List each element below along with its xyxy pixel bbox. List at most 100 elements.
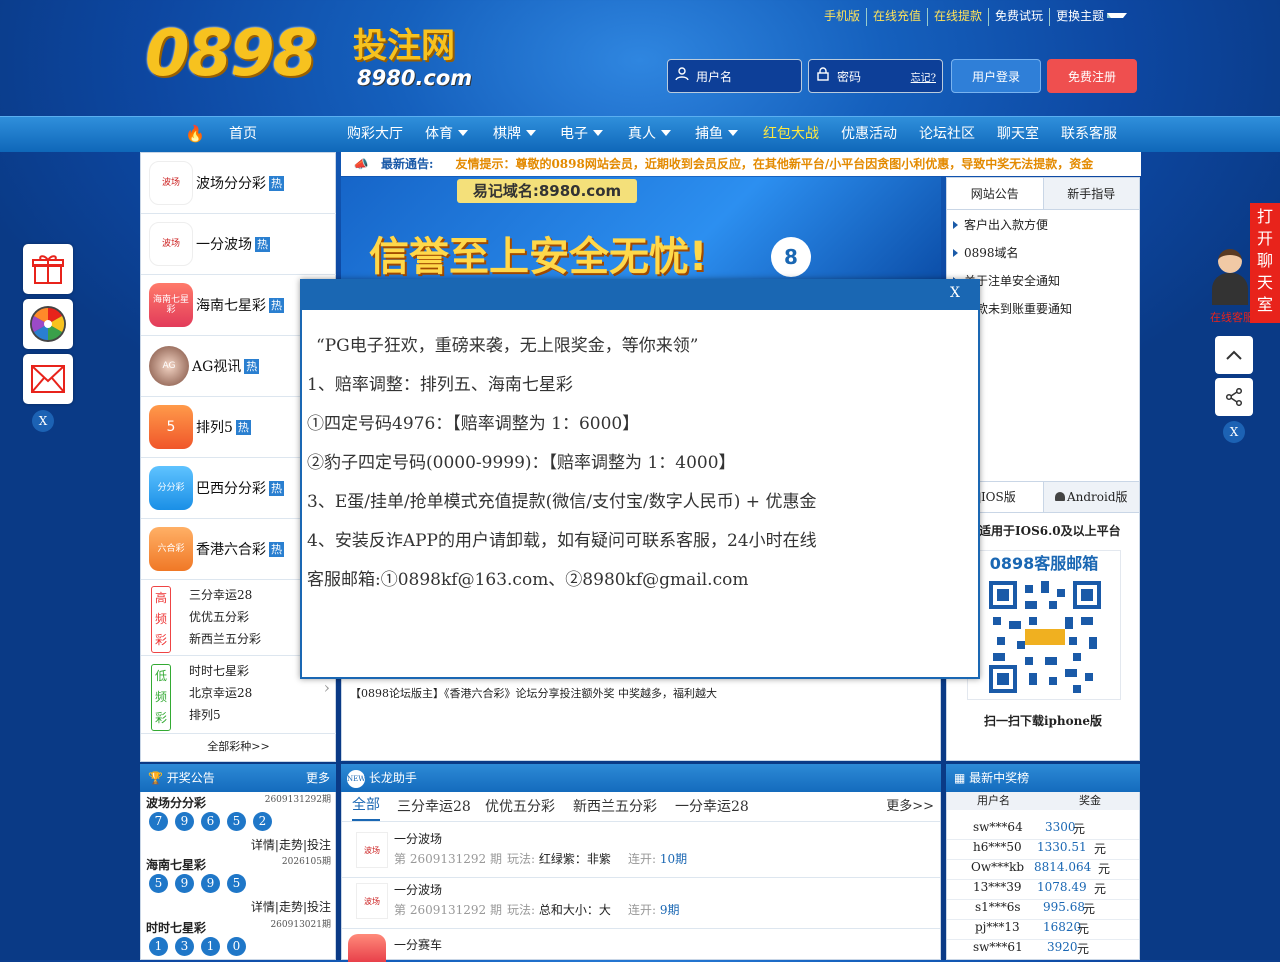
close-left-float[interactable]: X: [32, 410, 54, 432]
ball: 6: [201, 812, 220, 831]
ball: 5: [227, 812, 246, 831]
gift-button[interactable]: [23, 244, 73, 294]
winner-prize: 8814.064: [1034, 860, 1092, 874]
forum-line[interactable]: 【0898论坛版主】《香港六合彩》论坛分享投注额外奖 中奖越多，福利越大: [350, 685, 717, 701]
draw-game-name: 波场分分彩: [146, 796, 207, 810]
hot-badge: 热: [255, 236, 270, 252]
dragon-game: 一分波场: [394, 832, 443, 846]
game-link[interactable]: 新西兰五分彩: [189, 628, 261, 650]
nav-promotions[interactable]: 优惠活动: [841, 117, 897, 153]
game-link[interactable]: 北京幸运28: [189, 682, 252, 704]
login-button[interactable]: 用户登录: [951, 59, 1041, 93]
dragon-row[interactable]: 波场 一分波场 第 2609131292 期 玩法: 总和大小：大 连开: 9期: [342, 879, 940, 929]
cs-avatar[interactable]: [1210, 247, 1250, 307]
site-logo[interactable]: 0898 投注网 8980.com: [145, 22, 495, 92]
draw-links[interactable]: 详情|走势|投注: [251, 898, 331, 915]
tab-newbie-guide[interactable]: 新手指导: [1042, 178, 1139, 209]
game-name: 巴西分分彩: [196, 481, 266, 497]
nav-lottery-hall[interactable]: 购彩大厅: [347, 117, 403, 153]
winner-prize: 995.68: [1043, 900, 1085, 914]
tab-game[interactable]: 新西兰五分彩: [573, 792, 657, 822]
nav-chat-room[interactable]: 聊天室: [997, 117, 1039, 153]
tab-android[interactable]: Android版: [1042, 482, 1139, 512]
col-user: 用户名: [977, 794, 1010, 807]
draw-balls: 1310: [149, 937, 253, 956]
modal-line: “PG电子狂欢，重磅来袭，无上限奖金，等你来领”: [316, 336, 699, 356]
nav-sports[interactable]: 体育: [425, 117, 468, 153]
high-freq-tag: 高频彩: [151, 586, 171, 653]
winner-prize: 3920: [1047, 940, 1078, 954]
game-icon: 六合彩: [149, 527, 193, 571]
game-item-yifen-bochang[interactable]: 波场 一分波场热: [141, 214, 336, 275]
all-games-link[interactable]: 全部彩种>>: [141, 735, 336, 759]
password-input[interactable]: 密码: [837, 68, 911, 85]
fire-icon: 🔥: [185, 124, 205, 143]
username-field[interactable]: 用户名: [667, 59, 802, 93]
forgot-link[interactable]: 忘记?: [911, 69, 936, 84]
dragon-row[interactable]: 一分赛车: [342, 930, 940, 962]
draw-more-link[interactable]: 更多: [306, 764, 330, 792]
modal-line: 3、E蛋/挂单/抢单模式充值提款(微信/支付宝/数字人民币) + 优惠金: [307, 492, 817, 512]
promo-banner[interactable]: 易记域名:8980.com 信誉至上安全无忧! 8: [341, 177, 941, 281]
nav-fishing[interactable]: 捕鱼: [695, 117, 738, 153]
share-button[interactable]: [1215, 378, 1253, 416]
notice-tabs: 网站公告 新手指导: [947, 178, 1139, 210]
game-icon: AG: [149, 346, 189, 386]
notice-item[interactable]: 客户出入款方便: [953, 211, 1048, 239]
free-trial-link[interactable]: 免费试玩: [988, 8, 1049, 26]
ball: 9: [175, 812, 194, 831]
notice-text[interactable]: 友情提示：尊敬的0898网站会员，近期收到会员反应，在其他新平台/小平台因贪图小…: [455, 157, 1093, 171]
chevron-right-icon[interactable]: ›: [324, 678, 330, 697]
nav-forum[interactable]: 论坛社区: [919, 117, 975, 153]
nav-home[interactable]: 首页: [229, 117, 257, 153]
back-to-top-button[interactable]: [1215, 336, 1253, 374]
mail-button[interactable]: [23, 354, 73, 404]
nav-electronic[interactable]: 电子: [560, 117, 603, 153]
winners-rows: sw***64 3300 元 h6***50 1330.51 元 Ow***kb 8814…: [947, 820, 1139, 959]
winner-row: sw***64 3300 元: [947, 820, 1139, 840]
game-icon: 波场: [149, 222, 193, 266]
megaphone-icon: 📣: [353, 157, 369, 171]
game-link[interactable]: 排列5: [189, 704, 221, 726]
game-link[interactable]: 三分幸运28: [189, 584, 252, 606]
chevron-down-icon: [1107, 13, 1128, 18]
lucky-wheel-button[interactable]: [23, 299, 73, 349]
tab-game[interactable]: 一分幸运28: [675, 792, 749, 822]
mail-icon: [31, 365, 65, 393]
tab-game[interactable]: 三分幸运28: [397, 792, 471, 822]
nav-contact[interactable]: 联系客服: [1061, 117, 1117, 153]
modal-line: 客服邮箱:①0898kf@163.com、②8980kf@gmail.com: [307, 570, 749, 590]
cs-label[interactable]: 在线客服: [1210, 309, 1254, 325]
nav-chess[interactable]: 棋牌: [493, 117, 536, 153]
game-link[interactable]: 优优五分彩: [189, 606, 249, 628]
dragon-more-link[interactable]: 更多>>: [886, 792, 934, 822]
nav-live[interactable]: 真人: [628, 117, 671, 153]
nav-chess-label: 棋牌: [493, 126, 521, 142]
draw-links[interactable]: 详情|走势|投注: [251, 836, 331, 853]
open-chat-button[interactable]: 打开聊天室: [1250, 203, 1280, 323]
dragon-row[interactable]: 波场 一分波场 第 2609131292 期 玩法: 红绿紫：非紫 连开: 10…: [342, 828, 940, 878]
chevron-down-icon: [458, 130, 468, 136]
winner-user: sw***61: [973, 940, 1023, 954]
tab-all[interactable]: 全部: [352, 792, 380, 821]
withdraw-link[interactable]: 在线提款: [927, 8, 988, 26]
tab-site-notice[interactable]: 网站公告: [947, 178, 1043, 209]
close-right-float[interactable]: X: [1223, 421, 1245, 443]
winner-prize: 1330.51: [1037, 840, 1087, 854]
game-item-bochang-ffc[interactable]: 波场 波场分分彩热: [141, 153, 336, 214]
game-name: AG视讯: [192, 359, 242, 375]
notice-bar: 📣 最新通告: 友情提示：尊敬的0898网站会员，近期收到会员反应，在其他新平台/小…: [341, 152, 1141, 176]
mobile-link[interactable]: 手机版: [822, 8, 866, 26]
password-field[interactable]: 密码 忘记?: [808, 59, 943, 93]
nav-red-packet[interactable]: 红包大战: [763, 117, 819, 153]
username-input[interactable]: 用户名: [696, 68, 732, 85]
tab-android-label: Android版: [1066, 490, 1128, 504]
game-link[interactable]: 时时七星彩: [189, 660, 249, 682]
deposit-link[interactable]: 在线充值: [866, 8, 927, 26]
ball: 2: [253, 812, 272, 831]
tab-game[interactable]: 优优五分彩: [485, 792, 555, 822]
register-button[interactable]: 免费注册: [1047, 59, 1137, 93]
notice-item[interactable]: 0898域名: [953, 239, 1019, 267]
modal-close-button[interactable]: X: [950, 285, 960, 301]
theme-link[interactable]: 更换主题: [1049, 8, 1133, 26]
